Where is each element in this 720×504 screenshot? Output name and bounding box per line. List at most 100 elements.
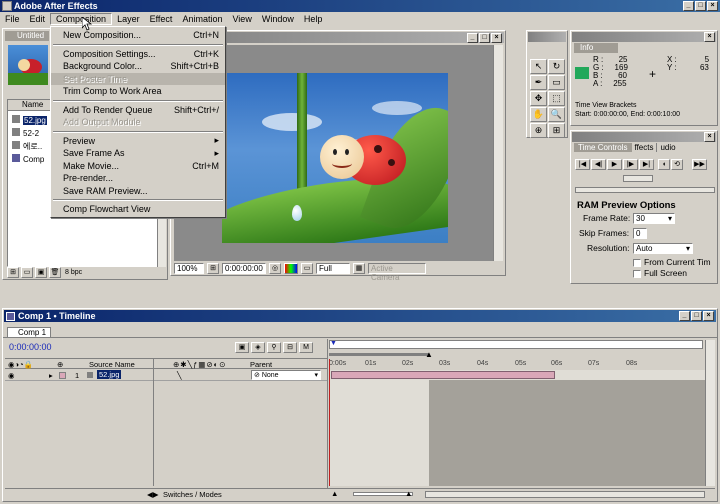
menu-window[interactable]: Window: [257, 14, 299, 24]
time-navigator[interactable]: ▲: [329, 350, 703, 359]
menu-item-save-frame-as[interactable]: Save Frame As ▸: [51, 147, 225, 160]
selection-tool-icon[interactable]: ↖: [530, 59, 547, 74]
first-frame-icon[interactable]: |◀: [575, 159, 590, 170]
comp-timecode[interactable]: 0:00:00:00: [222, 262, 266, 274]
region-icon[interactable]: ▭: [301, 262, 313, 274]
minimize-icon[interactable]: _: [679, 311, 690, 321]
camera-select[interactable]: Active Camera: [368, 262, 426, 282]
snapshot-icon[interactable]: ◎: [269, 262, 281, 274]
switches-modes-toggle[interactable]: Switches / Modes: [163, 490, 222, 499]
zoom-out-icon[interactable]: ▲: [331, 489, 338, 498]
maximize-icon[interactable]: □: [479, 33, 490, 43]
menu-item-add-render-queue[interactable]: Add To Render Queue Shift+Ctrl+/: [51, 104, 225, 117]
from-current-checkbox[interactable]: From Current Tim: [633, 257, 711, 267]
minimize-icon[interactable]: _: [467, 33, 478, 43]
menu-item-composition-settings[interactable]: Composition Settings... Ctrl+K: [51, 48, 225, 61]
timeline-vscrollbar[interactable]: [705, 340, 715, 486]
timeline-hscrollbar[interactable]: [425, 491, 705, 498]
comp-flowchart-icon[interactable]: ▣: [235, 342, 249, 353]
close-icon[interactable]: ×: [704, 132, 715, 142]
zoom-select[interactable]: 100%: [174, 262, 204, 274]
orbit-camera-icon[interactable]: ⊕: [530, 123, 547, 138]
full-screen-checkbox[interactable]: Full Screen: [633, 268, 687, 278]
zoom-tool-icon[interactable]: 🔍: [548, 107, 565, 122]
parent-header[interactable]: Parent: [250, 360, 272, 369]
rotation-tool-icon[interactable]: ↻: [548, 59, 565, 74]
timeline-tab[interactable]: Comp 1: [7, 327, 51, 337]
resolution-select[interactable]: Auto ▾: [633, 243, 693, 254]
time-ruler[interactable]: 0:00s 01s 02s 03s 04s 05s 06s 07s 08s: [329, 359, 703, 369]
menu-item-preview[interactable]: Preview ▸: [51, 135, 225, 148]
channel-icon[interactable]: [284, 262, 298, 274]
bpc-label[interactable]: 8 bpc: [65, 269, 82, 276]
info-tab[interactable]: Info: [574, 43, 618, 53]
menu-file[interactable]: File: [0, 14, 25, 24]
ram-preview-icon[interactable]: ▶▶: [692, 159, 707, 170]
jog-control[interactable]: [623, 175, 653, 182]
comp-vscrollbar[interactable]: [493, 45, 503, 261]
menu-help[interactable]: Help: [299, 14, 328, 24]
parent-select[interactable]: ⊘ None ▾: [251, 370, 321, 380]
zoom-in-icon[interactable]: ▲: [405, 489, 412, 498]
prev-frame-icon[interactable]: ◀|: [591, 159, 606, 170]
safe-zones-icon[interactable]: ⊞: [207, 262, 219, 274]
project-tab[interactable]: Untitled: [5, 31, 49, 41]
source-name-header[interactable]: Source Name: [89, 360, 135, 369]
folder-icon[interactable]: ▭: [21, 266, 33, 278]
close-icon[interactable]: ×: [704, 32, 715, 42]
menu-item-comp-flowchart[interactable]: Comp Flowchart View: [51, 203, 225, 216]
menu-item-background-color[interactable]: Background Color... Shift+Ctrl+B: [51, 60, 225, 73]
pan-behind-icon[interactable]: ✥: [530, 91, 547, 106]
skip-frames-input[interactable]: 0: [633, 228, 647, 239]
list-item[interactable]: 52-2: [12, 127, 47, 140]
tab-time-controls[interactable]: Time Controls: [574, 143, 632, 152]
frame-rate-select[interactable]: 30 ▾: [633, 213, 675, 224]
list-item[interactable]: 에로..: [12, 140, 47, 153]
close-icon[interactable]: ×: [707, 1, 718, 11]
work-area-bar[interactable]: ▼: [329, 340, 703, 349]
loop-icon[interactable]: ⟲: [671, 159, 683, 170]
close-icon[interactable]: ×: [491, 33, 502, 43]
next-frame-icon[interactable]: |▶: [623, 159, 638, 170]
frame-blending-icon[interactable]: ⊟: [283, 342, 297, 353]
list-item[interactable]: 52.jpg: [12, 114, 47, 127]
audio-icon[interactable]: ◖: [658, 159, 670, 170]
list-item[interactable]: Comp: [12, 153, 47, 166]
menu-item-save-ram-preview[interactable]: Save RAM Preview...: [51, 185, 225, 198]
tab-effects[interactable]: ffects: [632, 143, 658, 152]
current-time-indicator[interactable]: [329, 359, 330, 486]
timeline-timecode[interactable]: 0:00:00:00: [9, 342, 52, 352]
menu-item-pre-render[interactable]: Pre-render...: [51, 172, 225, 185]
mask-tool-icon[interactable]: ▭: [548, 75, 565, 90]
track-camera-icon[interactable]: ⊞: [548, 123, 565, 138]
transparency-icon[interactable]: ▦: [353, 262, 365, 274]
flowchart-icon[interactable]: ⊞: [7, 266, 19, 278]
layer-duration-bar[interactable]: [331, 371, 555, 379]
hand-tool-icon[interactable]: ✋: [530, 107, 547, 122]
menu-item-new-composition[interactable]: New Composition... Ctrl+N: [51, 29, 225, 42]
table-row[interactable]: ◉ ▸ 1 52.jpg ╲ ⊘ None ▾: [5, 370, 327, 381]
resolution-select[interactable]: Full: [316, 262, 350, 274]
last-frame-icon[interactable]: ▶|: [639, 159, 654, 170]
menu-layer[interactable]: Layer: [112, 14, 145, 24]
pen-tool-icon[interactable]: ✒: [530, 75, 547, 90]
new-comp-icon[interactable]: ▣: [35, 266, 47, 278]
trash-icon[interactable]: 🗑: [49, 266, 61, 278]
tab-audio[interactable]: udio: [657, 143, 678, 152]
draft-3d-icon[interactable]: ◈: [251, 342, 265, 353]
play-icon[interactable]: ▶: [607, 159, 622, 170]
timeline-zoom-slider[interactable]: [353, 492, 413, 496]
rectangle-mask-icon[interactable]: ⬚: [548, 91, 565, 106]
maximize-icon[interactable]: □: [691, 311, 702, 321]
menu-edit[interactable]: Edit: [25, 14, 51, 24]
menu-item-trim-comp[interactable]: Trim Comp to Work Area: [51, 85, 225, 98]
close-icon[interactable]: ×: [703, 311, 714, 321]
menu-effect[interactable]: Effect: [145, 14, 178, 24]
shy-layers-icon[interactable]: ⚲: [267, 342, 281, 353]
minimize-icon[interactable]: _: [683, 1, 694, 11]
menu-animation[interactable]: Animation: [177, 14, 227, 24]
shuttle-slider[interactable]: [575, 187, 715, 193]
maximize-icon[interactable]: □: [695, 1, 706, 11]
motion-blur-icon[interactable]: M: [299, 342, 313, 353]
menu-view[interactable]: View: [227, 14, 256, 24]
